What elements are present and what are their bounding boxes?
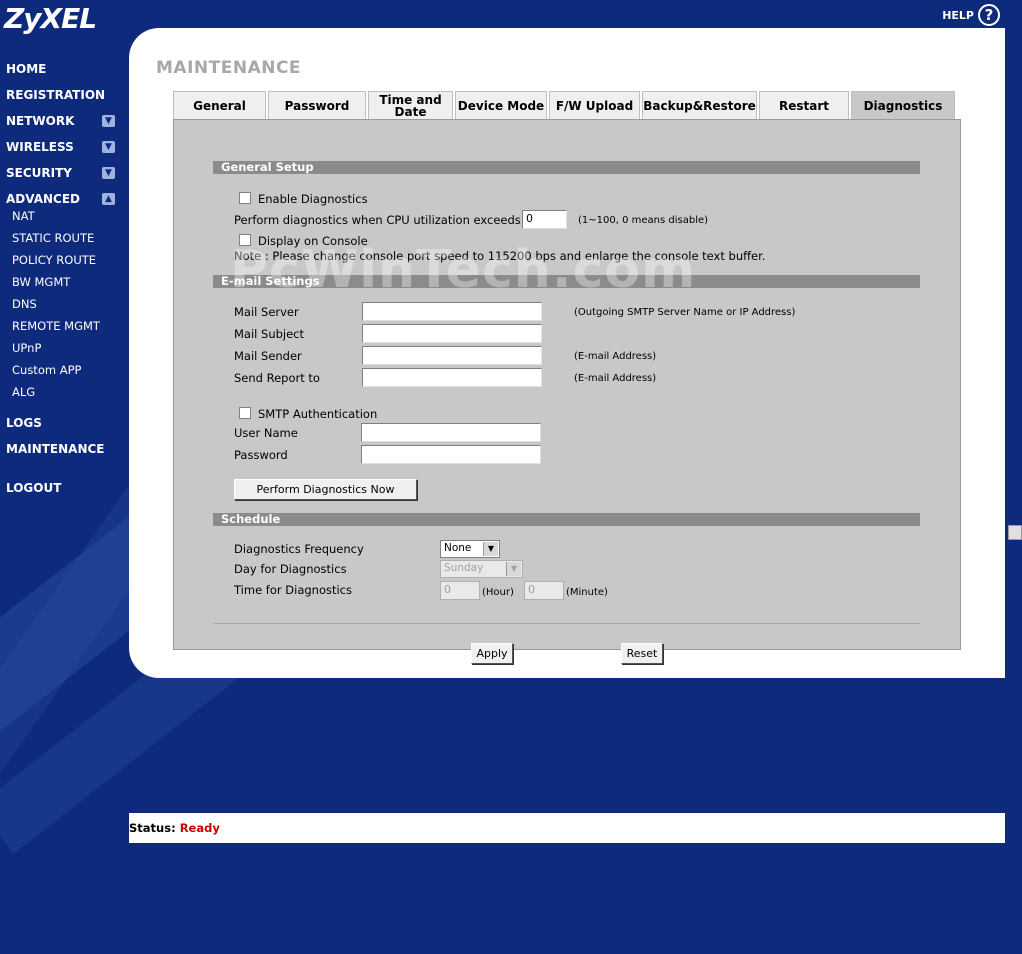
minute-input[interactable]: 0 bbox=[524, 581, 564, 600]
sidebar-item-wireless[interactable]: WIRELESS bbox=[6, 140, 74, 154]
status-bar: Status: Ready bbox=[129, 813, 1005, 843]
time-label: Time for Diagnostics bbox=[234, 583, 352, 597]
sidebar-subitem-remote-mgmt[interactable]: REMOTE MGMT bbox=[12, 319, 100, 333]
chevron-down-icon[interactable]: ▼ bbox=[102, 141, 115, 153]
enable-diagnostics-label: Enable Diagnostics bbox=[258, 192, 368, 206]
apply-button[interactable]: Apply bbox=[471, 643, 513, 664]
tab-time-and-date[interactable]: Time and Date bbox=[368, 91, 453, 120]
smtp-auth-label: SMTP Authentication bbox=[258, 407, 378, 421]
sidebar-item-advanced[interactable]: ADVANCED bbox=[6, 192, 80, 206]
sidebar-subitem-policy-route[interactable]: POLICY ROUTE bbox=[12, 253, 96, 267]
day-label: Day for Diagnostics bbox=[234, 562, 347, 576]
sidebar-subitem-dns[interactable]: DNS bbox=[12, 297, 37, 311]
page-title: MAINTENANCE bbox=[156, 58, 302, 78]
mail-sender-hint: (E-mail Address) bbox=[574, 351, 657, 362]
sidebar-item-registration[interactable]: REGISTRATION bbox=[6, 88, 105, 102]
password-input[interactable] bbox=[361, 445, 541, 464]
send-report-input[interactable] bbox=[362, 368, 542, 387]
tab-general[interactable]: General bbox=[173, 91, 266, 120]
help-icon: ? bbox=[978, 4, 1000, 26]
section-general-setup: General Setup bbox=[213, 161, 920, 174]
sidebar-item-security[interactable]: SECURITY bbox=[6, 166, 72, 180]
cpu-threshold-hint: (1~100, 0 means disable) bbox=[578, 215, 709, 226]
help-button[interactable]: HELP ? bbox=[942, 4, 1000, 26]
sidebar-subitem-static-route[interactable]: STATIC ROUTE bbox=[12, 231, 94, 245]
chevron-up-icon[interactable]: ▲ bbox=[102, 193, 115, 205]
tab-bar: General Password Time and Date Device Mo… bbox=[173, 91, 955, 120]
send-report-hint: (E-mail Address) bbox=[574, 373, 657, 384]
hour-input[interactable]: 0 bbox=[440, 581, 480, 600]
mail-server-label: Mail Server bbox=[234, 305, 299, 319]
tab-fw-upload[interactable]: F/W Upload bbox=[549, 91, 640, 120]
mail-sender-label: Mail Sender bbox=[234, 349, 302, 363]
perform-diagnostics-button[interactable]: Perform Diagnostics Now bbox=[234, 479, 417, 500]
sidebar-subitem-custom-app[interactable]: Custom APP bbox=[12, 363, 81, 377]
mail-subject-label: Mail Subject bbox=[234, 327, 305, 341]
mail-sender-input[interactable] bbox=[362, 346, 542, 365]
frequency-select[interactable]: None ▼ bbox=[440, 540, 500, 558]
watermark: PcWinTech.com bbox=[230, 240, 697, 300]
cpu-threshold-input[interactable]: 0 bbox=[522, 210, 567, 229]
sidebar-subitem-upnp[interactable]: UPnP bbox=[12, 341, 41, 355]
day-select[interactable]: Sunday ▼ bbox=[440, 560, 523, 578]
hour-unit: (Hour) bbox=[482, 587, 514, 598]
sidebar-item-home[interactable]: HOME bbox=[6, 62, 46, 76]
mail-subject-input[interactable] bbox=[362, 324, 542, 343]
tab-diagnostics[interactable]: Diagnostics bbox=[851, 91, 955, 120]
sidebar-item-logout[interactable]: LOGOUT bbox=[6, 481, 61, 495]
main-panel: MAINTENANCE General Password Time and Da… bbox=[129, 28, 1005, 678]
zyxel-logo: ZyXEL bbox=[4, 2, 97, 35]
sidebar-item-logs[interactable]: LOGS bbox=[6, 416, 42, 430]
user-name-input[interactable] bbox=[361, 423, 541, 442]
frequency-label: Diagnostics Frequency bbox=[234, 542, 364, 556]
mail-server-hint: (Outgoing SMTP Server Name or IP Address… bbox=[574, 307, 796, 318]
chevron-down-icon[interactable]: ▼ bbox=[102, 115, 115, 127]
mail-server-input[interactable] bbox=[362, 302, 542, 321]
tab-device-mode[interactable]: Device Mode bbox=[455, 91, 547, 120]
user-name-label: User Name bbox=[234, 426, 298, 440]
dropdown-arrow-icon: ▼ bbox=[506, 562, 521, 576]
tab-backup-restore[interactable]: Backup&Restore bbox=[642, 91, 757, 120]
cpu-threshold-label: Perform diagnostics when CPU utilization… bbox=[234, 213, 521, 227]
chevron-down-icon[interactable]: ▼ bbox=[102, 167, 115, 179]
sidebar-item-maintenance[interactable]: MAINTENANCE bbox=[6, 442, 105, 456]
enable-diagnostics-checkbox[interactable] bbox=[239, 192, 251, 204]
sidebar-subitem-bw-mgmt[interactable]: BW MGMT bbox=[12, 275, 70, 289]
frequency-value: None bbox=[444, 542, 472, 554]
tab-restart[interactable]: Restart bbox=[759, 91, 849, 120]
day-value: Sunday bbox=[444, 562, 484, 574]
reset-button[interactable]: Reset bbox=[621, 643, 663, 664]
sidebar-item-network[interactable]: NETWORK bbox=[6, 114, 74, 128]
password-label: Password bbox=[234, 448, 288, 462]
sidebar-subitem-alg[interactable]: ALG bbox=[12, 385, 35, 399]
tab-password[interactable]: Password bbox=[268, 91, 366, 120]
send-report-label: Send Report to bbox=[234, 371, 320, 385]
section-schedule: Schedule bbox=[213, 513, 920, 526]
status-label: Status: bbox=[129, 821, 176, 835]
sidebar-subitem-nat[interactable]: NAT bbox=[12, 209, 35, 223]
diagnostics-form: General Setup Enable Diagnostics Perform… bbox=[173, 119, 961, 664]
smtp-auth-checkbox[interactable] bbox=[239, 407, 251, 419]
status-value: Ready bbox=[179, 821, 220, 835]
scrollbar-handle[interactable] bbox=[1008, 525, 1022, 540]
dropdown-arrow-icon: ▼ bbox=[483, 542, 498, 556]
minute-unit: (Minute) bbox=[566, 587, 608, 598]
help-label: HELP bbox=[942, 8, 974, 22]
divider bbox=[213, 623, 920, 624]
